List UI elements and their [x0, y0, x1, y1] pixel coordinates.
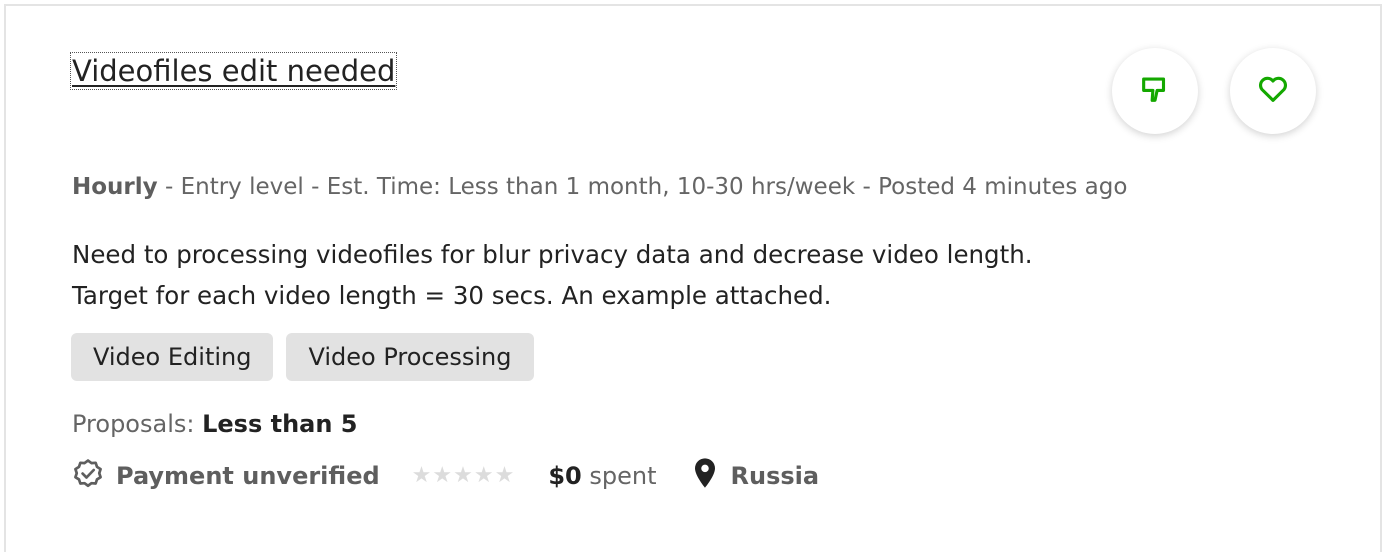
description-line: Target for each video length = 30 secs. …: [72, 281, 832, 310]
meta-separator: -: [157, 174, 181, 200]
map-pin-icon: [693, 457, 731, 495]
spent-label: spent: [589, 462, 657, 490]
skill-tag-video-processing[interactable]: Video Processing: [286, 333, 534, 381]
spent-amount: $0: [548, 462, 582, 490]
dislike-button[interactable]: [1112, 48, 1198, 134]
client-info: Payment unverified ★ ★ ★ ★ ★ $0 spent Russia: [70, 456, 819, 496]
verified-badge-icon: [70, 455, 116, 497]
client-rating: ★ ★ ★ ★ ★: [412, 465, 515, 487]
job-title-link[interactable]: Videofiles edit needed: [69, 52, 398, 90]
save-job-button[interactable]: [1230, 48, 1316, 134]
location-text: Russia: [730, 462, 820, 490]
meta-separator: -: [855, 174, 879, 200]
star-icon: ★: [411, 463, 432, 488]
job-description: Need to processing videofiles for blur p…: [72, 234, 1322, 316]
proposals-label: Proposals:: [72, 410, 195, 438]
proposals-value: Less than 5: [202, 410, 358, 438]
proposals: Proposals: Less than 5: [72, 410, 358, 438]
client-location: Russia: [693, 457, 820, 495]
payment-status-text: Payment unverified: [116, 462, 380, 490]
experience-level: Entry level: [180, 174, 304, 200]
star-icon: ★: [473, 463, 494, 488]
meta-separator: -: [303, 174, 327, 200]
star-icon: ★: [453, 463, 473, 488]
job-type: Hourly: [72, 174, 158, 200]
heart-icon: [1256, 72, 1290, 110]
job-meta: Hourly - Entry level - Est. Time: Less t…: [72, 174, 1127, 200]
description-line: Need to processing videofiles for blur p…: [72, 240, 1033, 269]
skill-tags: Video Editing Video Processing: [71, 333, 534, 381]
star-icon: ★: [432, 463, 453, 488]
skill-tag-video-editing[interactable]: Video Editing: [71, 333, 274, 381]
thumbs-down-icon: [1138, 72, 1172, 110]
client-spent: $0 spent: [548, 462, 656, 490]
posted-time: Posted 4 minutes ago: [878, 174, 1128, 200]
star-icon: ★: [494, 463, 515, 488]
time-estimate: Est. Time: Less than 1 month, 10-30 hrs/…: [326, 174, 856, 200]
payment-status: Payment unverified: [70, 455, 380, 497]
